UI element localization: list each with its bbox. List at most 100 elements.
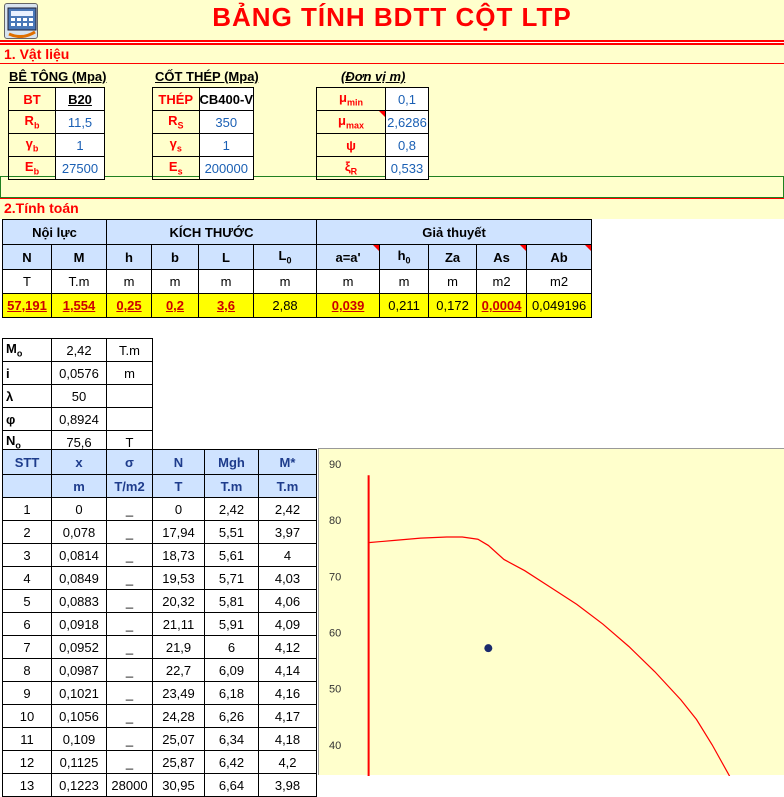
mu-min-value[interactable]: 0,1 (385, 87, 429, 111)
table-cell[interactable]: 5,61 (204, 543, 259, 567)
table-cell[interactable]: _ (106, 704, 153, 728)
value-m[interactable]: 1,554 (51, 293, 107, 318)
table-cell[interactable]: 11 (2, 727, 52, 751)
psi-value[interactable]: 0,8 (385, 133, 429, 157)
table-cell[interactable]: 0 (51, 497, 107, 521)
table-cell[interactable]: 6,18 (204, 681, 259, 705)
table-cell[interactable]: 5 (2, 589, 52, 613)
table-cell[interactable]: 25,87 (152, 750, 205, 774)
table-cell[interactable]: _ (106, 589, 153, 613)
table-cell[interactable]: _ (106, 520, 153, 544)
value-as[interactable]: 0,0004 (476, 293, 528, 318)
table-cell[interactable]: 5,71 (204, 566, 259, 590)
table-cell[interactable]: 21,9 (152, 635, 205, 659)
table-cell[interactable]: _ (106, 658, 153, 682)
rs-value[interactable]: 350 (198, 110, 255, 134)
table-cell[interactable]: 3,97 (258, 520, 317, 544)
table-cell[interactable]: 19,53 (152, 566, 205, 590)
table-cell[interactable]: 0,1125 (51, 750, 107, 774)
value-za[interactable]: 0,172 (428, 293, 478, 318)
table-cell[interactable]: 3 (2, 543, 52, 567)
table-cell[interactable]: 2,42 (258, 497, 317, 521)
table-cell[interactable]: 4,17 (258, 704, 317, 728)
table-cell[interactable]: 3,98 (258, 773, 317, 797)
table-cell[interactable]: 9 (2, 681, 52, 705)
table-cell[interactable]: 4,03 (258, 566, 317, 590)
table-cell[interactable]: 0,078 (51, 520, 107, 544)
table-cell[interactable]: 4 (2, 566, 52, 590)
table-cell[interactable]: 8 (2, 658, 52, 682)
table-cell[interactable]: 6 (2, 612, 52, 636)
mo-value[interactable]: 2,42 (51, 338, 107, 362)
table-cell[interactable]: 4 (258, 543, 317, 567)
table-cell[interactable]: 4,2 (258, 750, 317, 774)
table-cell[interactable]: 30,95 (152, 773, 205, 797)
xi-r-value[interactable]: 0,533 (385, 156, 429, 180)
es-value[interactable]: 200000 (198, 156, 255, 180)
table-cell[interactable]: _ (106, 612, 153, 636)
value-a[interactable]: 0,039 (316, 293, 381, 318)
table-cell[interactable]: 22,7 (152, 658, 205, 682)
table-cell[interactable]: 4,16 (258, 681, 317, 705)
table-cell[interactable]: 6,34 (204, 727, 259, 751)
table-cell[interactable]: 4,06 (258, 589, 317, 613)
rb-value[interactable]: 11,5 (55, 110, 105, 134)
table-cell[interactable]: 6 (204, 635, 259, 659)
table-cell[interactable]: 17,94 (152, 520, 205, 544)
table-cell[interactable]: 4,09 (258, 612, 317, 636)
i-value[interactable]: 0,0576 (51, 361, 107, 385)
table-cell[interactable]: 4,12 (258, 635, 317, 659)
gamma-s-value[interactable]: 1 (198, 133, 255, 157)
mu-max-value[interactable]: 2,6286 (385, 110, 429, 134)
value-n[interactable]: 57,191 (2, 293, 52, 318)
value-ab[interactable]: 0,049196 (526, 293, 593, 318)
table-cell[interactable]: 23,49 (152, 681, 205, 705)
lambda-value[interactable]: 50 (51, 384, 107, 408)
table-cell[interactable]: _ (106, 543, 153, 567)
value-h0[interactable]: 0,211 (379, 293, 430, 318)
table-cell[interactable]: 6,64 (204, 773, 259, 797)
table-cell[interactable]: 0,0883 (51, 589, 107, 613)
table-cell[interactable]: 21,11 (152, 612, 205, 636)
gamma-b-value[interactable]: 1 (55, 133, 105, 157)
table-cell[interactable]: _ (106, 727, 153, 751)
table-cell[interactable]: 1 (2, 497, 52, 521)
table-cell[interactable]: 5,91 (204, 612, 259, 636)
table-cell[interactable]: 7 (2, 635, 52, 659)
table-cell[interactable]: 5,81 (204, 589, 259, 613)
value-l0[interactable]: 2,88 (252, 293, 318, 318)
interaction-chart[interactable]: 90 80 70 60 50 40 (318, 448, 784, 797)
table-cell[interactable]: _ (106, 635, 153, 659)
table-cell[interactable]: 2 (2, 520, 52, 544)
table-cell[interactable]: 6,42 (204, 750, 259, 774)
value-b[interactable]: 0,2 (151, 293, 199, 318)
value-h[interactable]: 0,25 (106, 293, 152, 318)
table-cell[interactable]: 25,07 (152, 727, 205, 751)
table-cell[interactable]: _ (106, 750, 153, 774)
table-cell[interactable]: 13 (2, 773, 52, 797)
phi-value[interactable]: 0,8924 (51, 407, 107, 431)
table-cell[interactable]: 0,0952 (51, 635, 107, 659)
table-cell[interactable]: 0 (152, 497, 205, 521)
table-cell[interactable]: _ (106, 497, 153, 521)
table-cell[interactable]: 0,1056 (51, 704, 107, 728)
table-cell[interactable]: _ (106, 681, 153, 705)
bt-grade[interactable]: B20 (55, 87, 105, 111)
table-cell[interactable]: 4,18 (258, 727, 317, 751)
table-cell[interactable]: 10 (2, 704, 52, 728)
table-cell[interactable]: 0,1021 (51, 681, 107, 705)
table-cell[interactable]: 0,0918 (51, 612, 107, 636)
table-cell[interactable]: 24,28 (152, 704, 205, 728)
steel-grade[interactable]: CB400-V (198, 87, 255, 111)
table-cell[interactable]: 0,0987 (51, 658, 107, 682)
eb-value[interactable]: 27500 (55, 156, 105, 180)
table-cell[interactable]: 12 (2, 750, 52, 774)
table-cell[interactable]: 0,1223 (51, 773, 107, 797)
table-cell[interactable]: 2,42 (204, 497, 259, 521)
table-cell[interactable]: 4,14 (258, 658, 317, 682)
value-l[interactable]: 3,6 (198, 293, 254, 318)
table-cell[interactable]: 20,32 (152, 589, 205, 613)
table-cell[interactable]: 6,09 (204, 658, 259, 682)
table-cell[interactable]: _ (106, 566, 153, 590)
table-cell[interactable]: 6,26 (204, 704, 259, 728)
